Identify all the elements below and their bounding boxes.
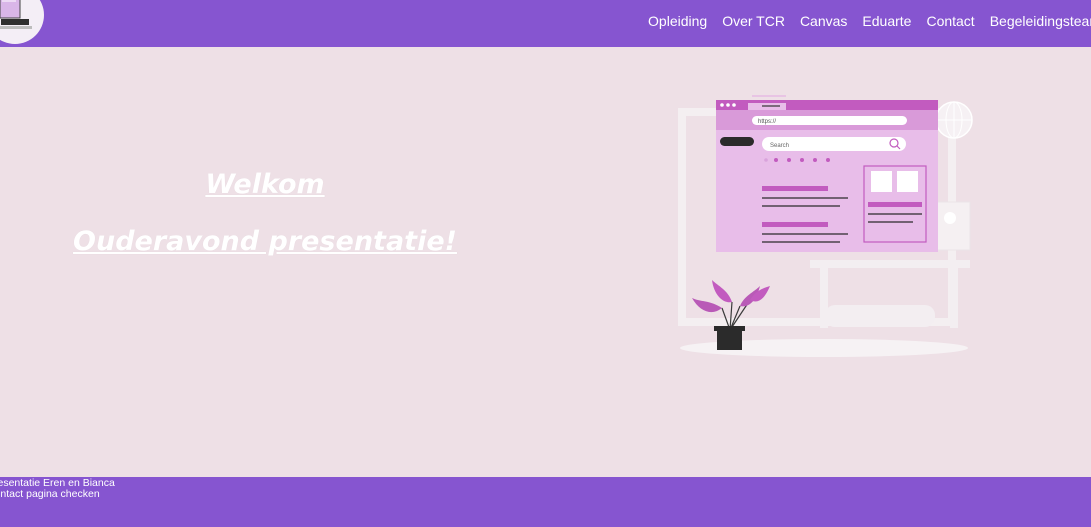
illustration-url-text: https:// (758, 119, 776, 125)
nav-link-canvas[interactable]: Canvas (800, 13, 847, 29)
footer: Presentatie Eren en Bianca Contact pagin… (0, 477, 1091, 527)
footer-notes: Presentatie Eren en Bianca Contact pagin… (0, 478, 115, 500)
hero-subtitle: Ouderavond presentatie! (73, 226, 457, 257)
nav-link-begeleidingsteam[interactable]: Begeleidingsteam (990, 13, 1091, 29)
nav-link-eduarte[interactable]: Eduarte (862, 13, 911, 29)
illustration-search-text: Search (770, 143, 789, 149)
nav-link-over-tcr[interactable]: Over TCR (722, 13, 785, 29)
top-navigation-bar: Opleiding Over TCR Canvas Eduarte Contac… (0, 0, 1091, 47)
website-illustration: https:// Search (678, 95, 973, 357)
nav-link-opleiding[interactable]: Opleiding (648, 13, 707, 29)
nav-link-contact[interactable]: Contact (926, 13, 974, 29)
logo-image (0, 0, 32, 29)
footer-line-2: Contact pagina checken (0, 488, 100, 500)
site-logo[interactable] (0, 0, 44, 44)
hero-title: Welkom (205, 169, 325, 200)
main-nav: Opleiding Over TCR Canvas Eduarte Contac… (648, 0, 1091, 42)
hero-text: Welkom Ouderavond presentatie! (0, 170, 530, 257)
